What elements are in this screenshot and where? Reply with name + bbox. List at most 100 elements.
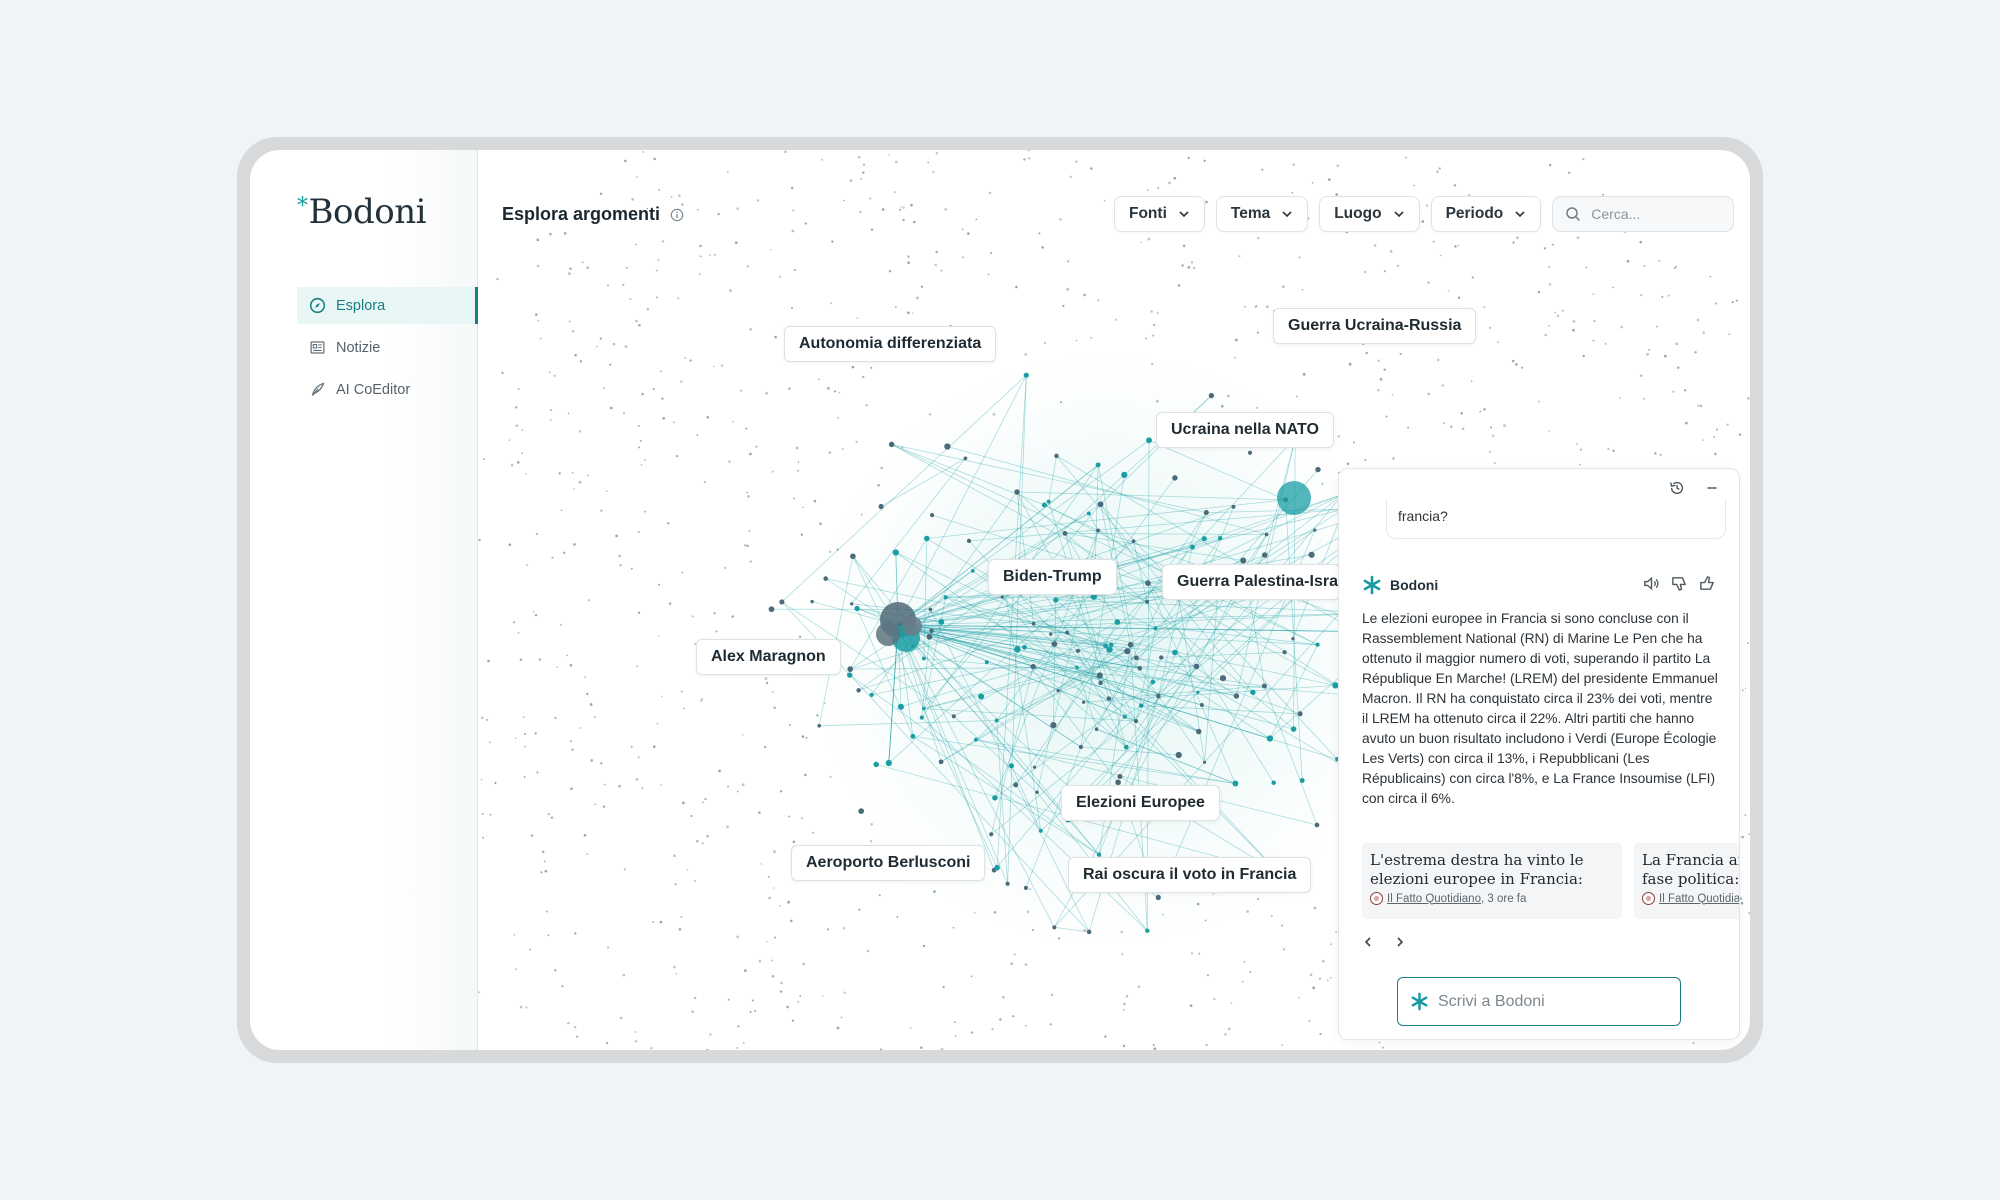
graph-node [989,832,994,837]
graph-dot [618,554,621,558]
graph-dot [624,159,627,163]
source-card[interactable]: L'estrema destra ha vinto le elezioni eu… [1362,843,1622,919]
graph-edge [945,596,1179,598]
graph-dot [1479,410,1482,413]
graph-dot [706,834,709,838]
graph-dot [658,583,661,586]
graph-dot [623,868,626,871]
app-logo[interactable]: *Bodoni [297,192,426,232]
graph-dot [1327,178,1331,181]
graph-dot [1090,167,1093,170]
chevron-left-icon[interactable] [1361,935,1375,949]
topic-label[interactable]: Aeroporto Berlusconi [791,845,986,881]
graph-dot [792,209,795,212]
filter-luogo[interactable]: Luogo [1319,196,1420,232]
sidebar-item-ai-coeditor[interactable]: AI CoEditor [297,371,478,408]
graph-dot [970,975,973,978]
graph-dot [626,266,628,269]
topic-label[interactable]: Guerra Ucraina-Russia [1273,308,1477,344]
source-link[interactable]: Il Fatto Quotidiano [1387,893,1481,905]
graph-dot [1612,286,1614,289]
graph-dot [831,240,834,243]
graph-dot [1454,245,1457,248]
graph-dot [570,740,572,743]
graph-dot [1083,293,1086,297]
graph-dot [578,430,582,433]
filter-tema[interactable]: Tema [1215,196,1309,232]
graph-dot [748,529,751,532]
thumbs-up-icon[interactable] [1698,574,1717,593]
topic-label[interactable]: Guerra Palestina-Israele [1162,564,1340,600]
thumbs-down-icon[interactable] [1670,574,1689,593]
graph-dot [1173,176,1177,180]
chat-input[interactable]: Scrivi a Bodoni [1397,977,1681,1026]
source-card[interactable]: La Francia affronta una nuova fase polit… [1634,843,1739,919]
info-icon[interactable] [670,208,684,222]
source-link[interactable]: Il Fatto Quotidiano [1659,893,1739,905]
graph-dot [706,1048,709,1050]
chevron-right-icon[interactable] [1393,935,1407,949]
graph-dot [1230,1002,1233,1005]
graph-dot [767,875,770,879]
graph-dot [1114,318,1118,321]
graph-dot [566,654,568,657]
graph-dot [856,317,859,320]
graph-dot [701,698,703,700]
graph-dot [1592,339,1595,342]
graph-dot [731,615,734,618]
graph-node [910,733,916,739]
search-input[interactable]: Cerca... [1552,196,1735,232]
topic-label[interactable]: Alex Maragnon [696,639,841,675]
graph-dot [606,284,610,287]
sidebar-item-esplora[interactable]: Esplora [297,287,478,324]
history-icon[interactable] [1668,479,1686,497]
topic-label[interactable]: Biden-Trump [988,559,1117,595]
graph-dot [1243,305,1246,308]
graph-dot [560,623,562,626]
topic-label[interactable]: Ucraina nella NATO [1156,412,1334,448]
graph-node [1022,644,1027,650]
graph-dot [1015,285,1018,289]
graph-dot [1140,241,1142,244]
graph-node [929,628,934,634]
topic-label[interactable]: Rai oscura il voto in Francia [1068,857,1312,893]
minimize-icon[interactable] [1703,479,1721,497]
graph-dot [1556,314,1560,317]
graph-dot [624,345,628,348]
graph-dot [797,461,800,463]
graph-dot [1658,259,1661,262]
filter-fonti[interactable]: Fonti [1114,196,1205,232]
graph-dot [674,883,677,886]
graph-dot [556,666,559,668]
graph-node [1014,646,1021,653]
graph-dot [1379,377,1383,381]
graph-node [892,549,899,556]
topic-label[interactable]: Autonomia differenziata [784,326,997,362]
sidebar-item-notizie[interactable]: Notizie [297,329,478,366]
graph-dot [954,1035,957,1038]
graph-dot [935,152,938,155]
graph-node [1050,722,1057,729]
graph-dot [821,995,824,998]
graph-dot [1585,266,1588,269]
graph-dot [734,241,738,245]
topic-label[interactable]: Elezioni Europee [1061,785,1220,821]
graph-node [1266,735,1274,742]
graph-dot [900,205,903,208]
filter-periodo[interactable]: Periodo [1430,196,1542,232]
graph-dot [779,790,783,793]
graph-dot [1243,961,1246,963]
sidebar: *Bodoni Esplora Notizie AI CoEditor [250,150,478,1050]
graph-dot [1626,259,1630,263]
graph-dot [529,948,532,951]
source-card-title: L'estrema destra ha vinto le elezioni eu… [1370,851,1584,888]
graph-dot [1189,1004,1193,1008]
graph-dot [989,251,993,255]
graph-dot [524,745,526,748]
graph-dot [1748,911,1750,915]
graph-dot [797,469,800,472]
graph-node [1217,535,1223,541]
graph-dot [1329,976,1332,979]
graph-dot [655,269,658,272]
speaker-icon[interactable] [1642,574,1661,593]
